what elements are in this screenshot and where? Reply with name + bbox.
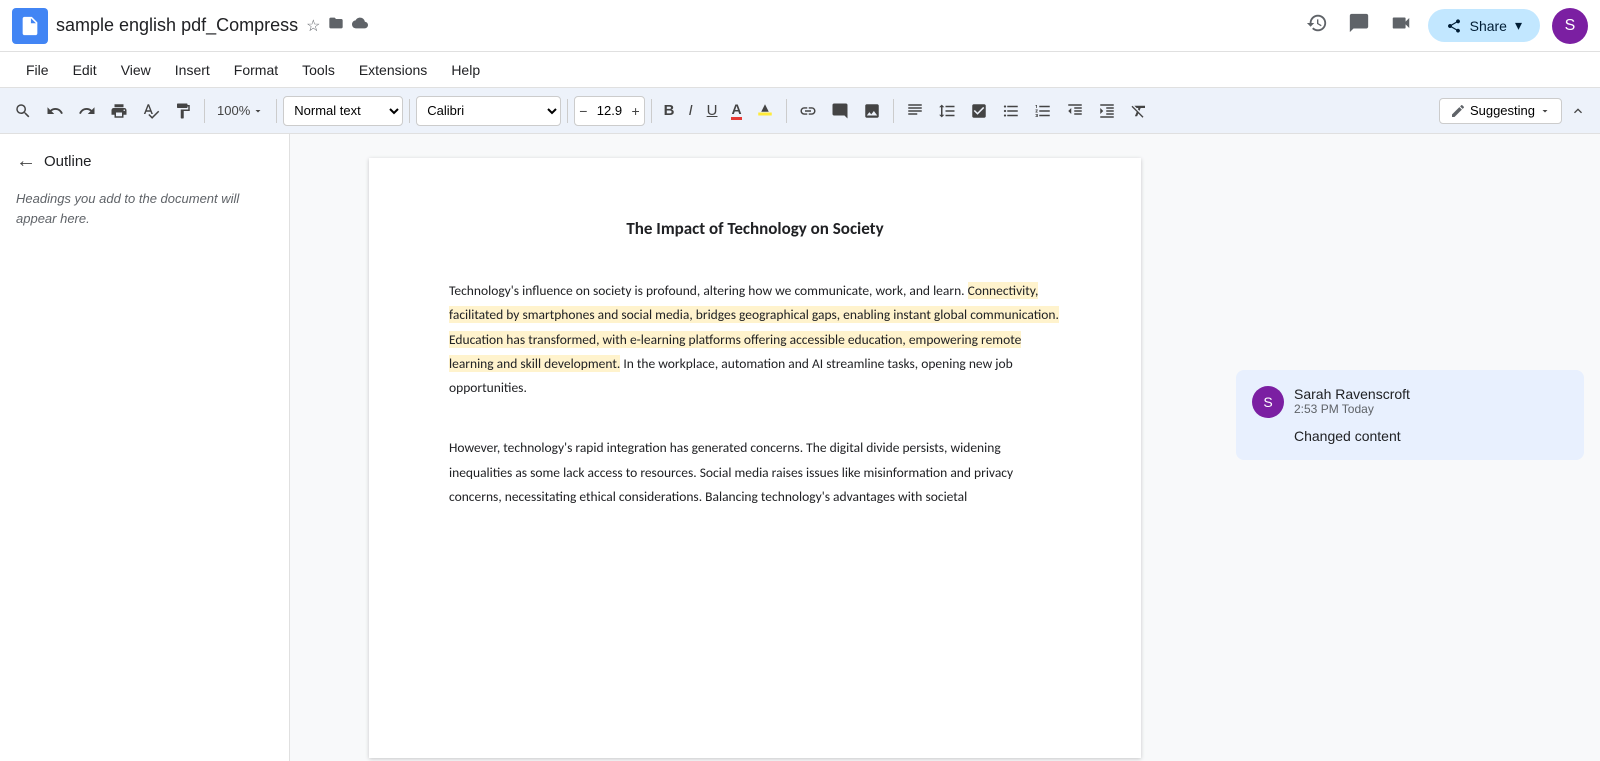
outline-hint: Headings you add to the document will ap… bbox=[16, 189, 273, 228]
doc-icon bbox=[12, 8, 48, 44]
main-layout: ← Outline Headings you add to the docume… bbox=[0, 134, 1600, 761]
separator-2 bbox=[276, 99, 277, 123]
redo-button[interactable] bbox=[72, 98, 102, 124]
paragraph-2: However, technology's rapid integration … bbox=[449, 436, 1061, 509]
share-button[interactable]: Share ▾ bbox=[1428, 9, 1540, 42]
menu-insert[interactable]: Insert bbox=[165, 58, 220, 82]
outline-title: Outline bbox=[44, 153, 92, 170]
share-caret: ▾ bbox=[1515, 17, 1522, 34]
user-avatar[interactable]: S bbox=[1552, 8, 1588, 44]
indent-decrease-button[interactable] bbox=[1060, 98, 1090, 124]
doc-title-row: sample english pdf_Compress ☆ bbox=[56, 13, 370, 38]
separator-7 bbox=[893, 99, 894, 123]
comment-avatar: S bbox=[1252, 386, 1284, 418]
spellcheck-button[interactable] bbox=[136, 98, 166, 124]
sidebar: ← Outline Headings you add to the docume… bbox=[0, 134, 290, 761]
font-size-decrease[interactable]: − bbox=[575, 103, 591, 119]
folder-icon[interactable] bbox=[326, 13, 346, 38]
paint-button[interactable] bbox=[168, 98, 198, 124]
document-page: The Impact of Technology on Society Tech… bbox=[369, 158, 1141, 758]
suggesting-mode-button[interactable]: Suggesting bbox=[1439, 98, 1562, 124]
page-title: The Impact of Technology on Society bbox=[449, 218, 1061, 239]
zoom-value: 100% bbox=[217, 103, 250, 118]
comment-button[interactable] bbox=[825, 98, 855, 124]
menu-help[interactable]: Help bbox=[441, 58, 490, 82]
font-size-increase[interactable]: + bbox=[627, 103, 643, 119]
separator-1 bbox=[204, 99, 205, 123]
separator-6 bbox=[786, 99, 787, 123]
zoom-select[interactable]: 100% bbox=[211, 99, 270, 122]
line-spacing-button[interactable] bbox=[932, 98, 962, 124]
paragraph-1-before-highlight: Technology's influence on society is pro… bbox=[449, 282, 968, 299]
cloud-icon[interactable] bbox=[350, 13, 370, 38]
meet-icon[interactable] bbox=[1386, 8, 1416, 44]
style-select[interactable]: Normal text Heading 1 Heading 2 bbox=[283, 96, 403, 126]
indent-increase-button[interactable] bbox=[1092, 98, 1122, 124]
history-icon[interactable] bbox=[1302, 8, 1332, 44]
title-bar: sample english pdf_Compress ☆ bbox=[0, 0, 1600, 52]
bullet-list-button[interactable] bbox=[996, 98, 1026, 124]
back-icon[interactable]: ← bbox=[16, 150, 36, 173]
menu-bar: File Edit View Insert Format Tools Exten… bbox=[0, 52, 1600, 88]
chat-icon[interactable] bbox=[1344, 8, 1374, 44]
comment-username: Sarah Ravenscroft bbox=[1294, 386, 1410, 402]
collapse-toolbar-button[interactable] bbox=[1564, 99, 1592, 123]
menu-format[interactable]: Format bbox=[224, 58, 288, 82]
align-button[interactable] bbox=[900, 98, 930, 124]
paragraph-1: Technology's influence on society is pro… bbox=[449, 279, 1061, 400]
separator-5 bbox=[651, 99, 652, 123]
menu-file[interactable]: File bbox=[16, 58, 59, 82]
undo-button[interactable] bbox=[40, 98, 70, 124]
print-button[interactable] bbox=[104, 98, 134, 124]
search-button[interactable] bbox=[8, 98, 38, 124]
comment-time: 2:53 PM Today bbox=[1294, 402, 1410, 416]
doc-title-group: sample english pdf_Compress ☆ bbox=[56, 13, 370, 38]
menu-tools[interactable]: Tools bbox=[292, 58, 345, 82]
comment-header: S Sarah Ravenscroft 2:53 PM Today bbox=[1252, 386, 1568, 418]
sidebar-header: ← Outline bbox=[16, 150, 273, 173]
comment-card: S Sarah Ravenscroft 2:53 PM Today Change… bbox=[1236, 370, 1584, 460]
menu-view[interactable]: View bbox=[111, 58, 161, 82]
doc-area: The Impact of Technology on Society Tech… bbox=[290, 134, 1220, 761]
separator-3 bbox=[409, 99, 410, 123]
bold-button[interactable]: B bbox=[658, 98, 681, 123]
title-icons: ☆ bbox=[304, 13, 370, 38]
font-select[interactable]: Calibri Arial Times New Roman bbox=[416, 96, 561, 126]
title-bar-right: Share ▾ S bbox=[1302, 8, 1588, 44]
suggesting-label: Suggesting bbox=[1470, 103, 1535, 118]
toolbar: 100% Normal text Heading 1 Heading 2 Cal… bbox=[0, 88, 1600, 134]
link-button[interactable] bbox=[793, 98, 823, 124]
numbered-list-button[interactable] bbox=[1028, 98, 1058, 124]
separator-4 bbox=[567, 99, 568, 123]
checklist-button[interactable] bbox=[964, 98, 994, 124]
font-size-group: − + bbox=[574, 96, 644, 126]
image-button[interactable] bbox=[857, 98, 887, 124]
comment-user-info: Sarah Ravenscroft 2:53 PM Today bbox=[1294, 386, 1410, 416]
share-label: Share bbox=[1470, 18, 1507, 34]
italic-button[interactable]: I bbox=[682, 98, 698, 123]
clear-format-button[interactable] bbox=[1124, 98, 1154, 124]
comment-text: Changed content bbox=[1294, 428, 1568, 444]
font-size-input[interactable] bbox=[591, 103, 627, 118]
star-icon[interactable]: ☆ bbox=[304, 14, 322, 38]
title-bar-left: sample english pdf_Compress ☆ bbox=[12, 8, 1302, 44]
menu-extensions[interactable]: Extensions bbox=[349, 58, 437, 82]
menu-edit[interactable]: Edit bbox=[63, 58, 107, 82]
comment-panel: S Sarah Ravenscroft 2:53 PM Today Change… bbox=[1220, 134, 1600, 761]
text-color-button[interactable]: A bbox=[725, 97, 747, 124]
doc-title[interactable]: sample english pdf_Compress bbox=[56, 15, 298, 36]
highlight-button[interactable] bbox=[750, 98, 780, 124]
underline-button[interactable]: U bbox=[701, 98, 724, 123]
